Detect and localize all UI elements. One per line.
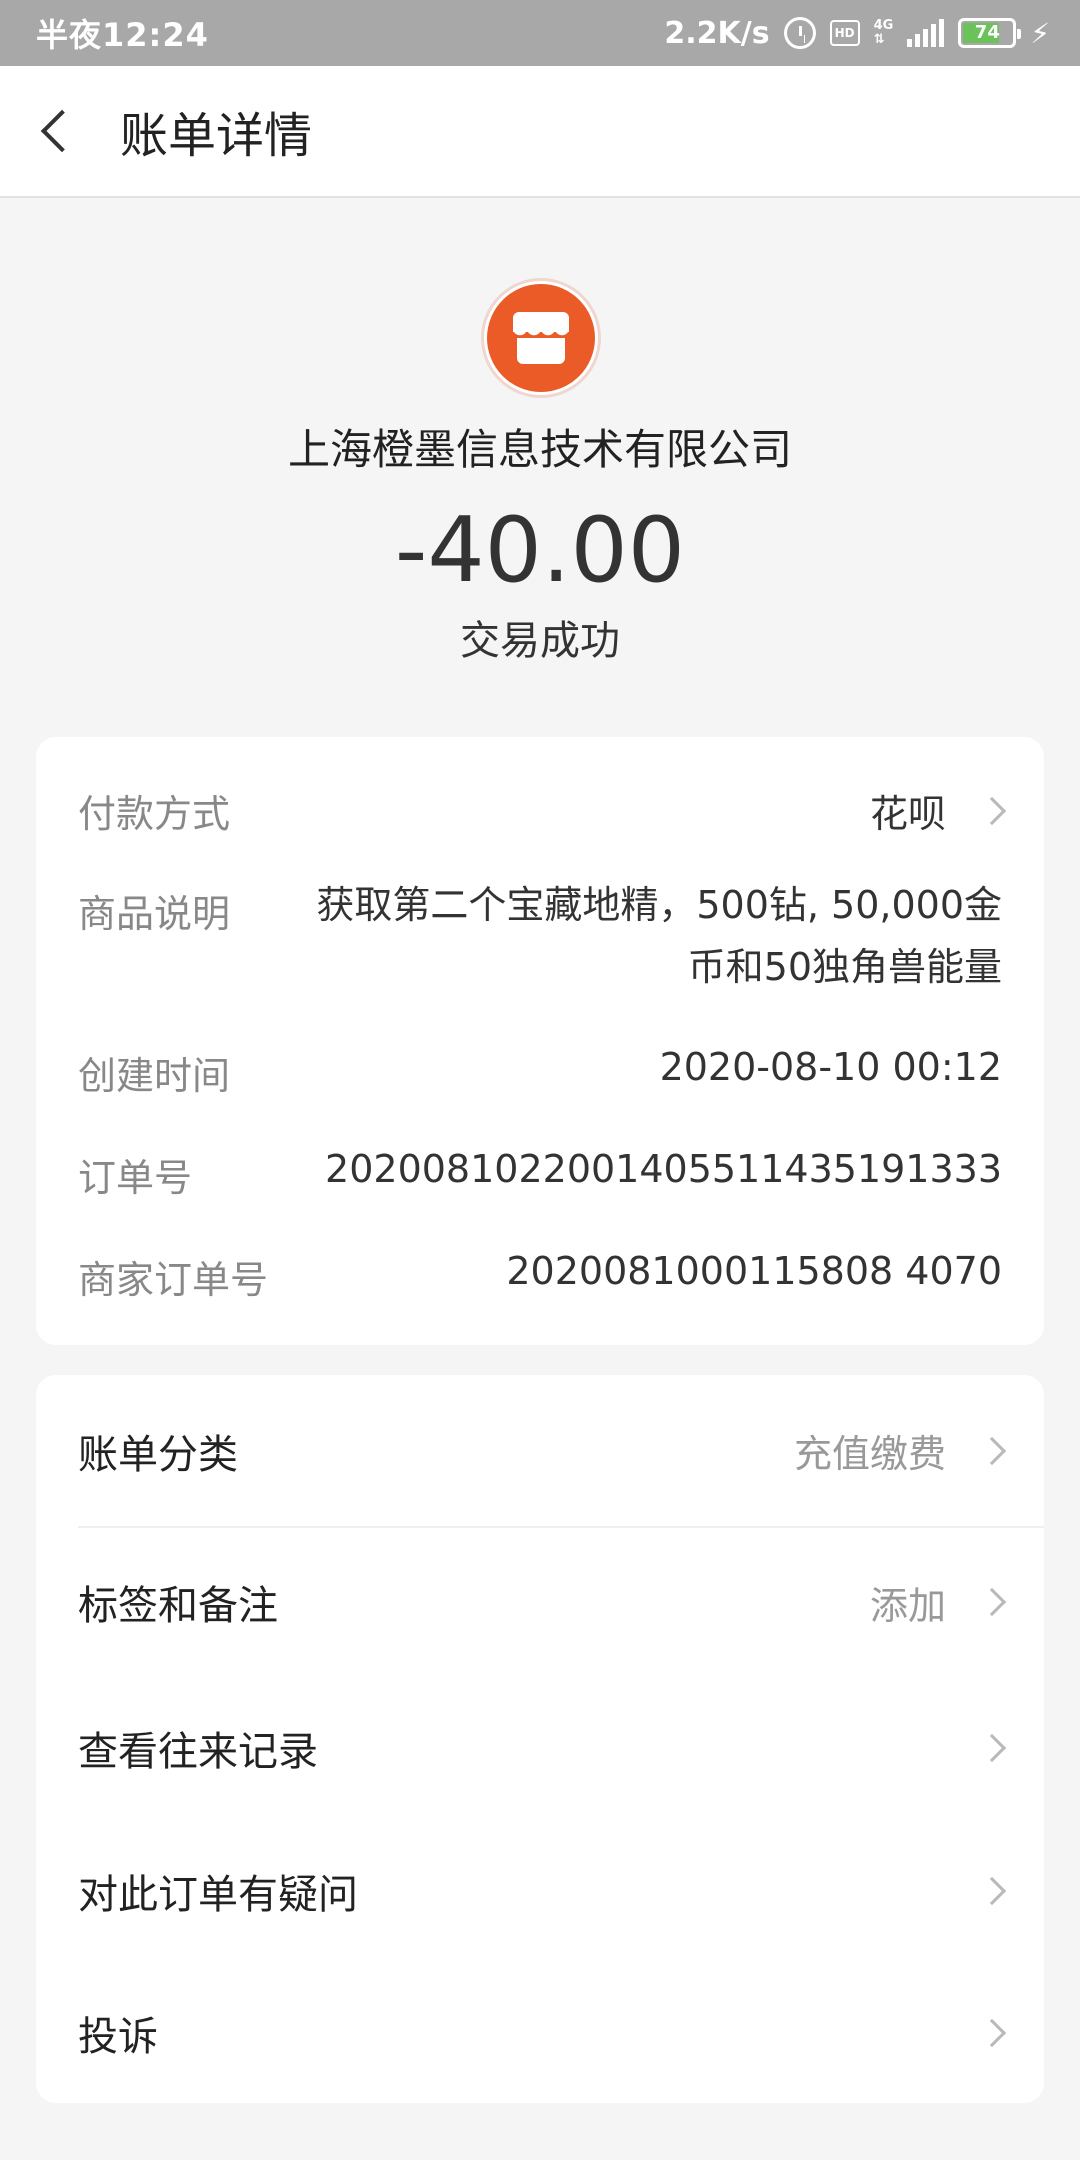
top-nav-bar: 账单详情 <box>0 66 1080 198</box>
tags-notes-row[interactable]: 标签和备注 添加 <box>36 1528 1044 1676</box>
merchant-name: 上海橙墨信息技术有限公司 <box>287 425 792 474</box>
product-desc-row: 商品说明 获取第二个宝藏地精，500钻, 50,000金币和50独角兽能量 <box>78 883 1002 1013</box>
order-no-row: 订单号 2020081022001405511435191333 <box>78 1147 1002 1207</box>
bill-actions-card: 账单分类 充值缴费 标签和备注 添加 查看往来记录 对此订单有疑问 投诉 <box>36 1375 1044 2103</box>
order-question-label: 对此订单有疑问 <box>78 1872 358 1918</box>
chevron-right-icon <box>977 1436 1007 1465</box>
network-type-icon: 4G ⇅ <box>873 18 894 47</box>
transaction-amount: -40.00 <box>394 498 686 603</box>
merchant-order-no-value: 2020081000115808 4070 <box>506 1249 1002 1293</box>
payment-method-value-wrap: 花呗 <box>869 783 1007 838</box>
charging-icon: ⚡ <box>1030 16 1050 50</box>
bill-summary: 上海橙墨信息技术有限公司 -40.00 交易成功 <box>0 198 1080 738</box>
product-desc-value: 获取第二个宝藏地精，500钻, 50,000金币和50独角兽能量 <box>316 883 1002 989</box>
merchant-avatar-bg <box>487 284 595 392</box>
view-history-label: 查看往来记录 <box>78 1729 318 1775</box>
chevron-right-icon <box>977 1587 1007 1617</box>
back-button[interactable] <box>0 65 120 197</box>
status-time: 半夜12:24 <box>36 16 209 54</box>
bill-category-row[interactable]: 账单分类 充值缴费 <box>36 1375 1044 1526</box>
merchant-order-no-label: 商家订单号 <box>78 1258 269 1302</box>
payment-method-label: 付款方式 <box>78 792 231 836</box>
battery-icon: 74 <box>958 18 1022 48</box>
bill-details-card: 付款方式 花呗 商品说明 获取第二个宝藏地精，500钻, 50,000金币和50… <box>36 737 1044 1345</box>
merchant-avatar <box>481 278 601 398</box>
signal-icon <box>907 19 945 47</box>
network-speed: 2.2K/s <box>664 15 770 51</box>
page-title: 账单详情 <box>120 108 313 164</box>
bill-category-label: 账单分类 <box>78 1431 238 1478</box>
tags-notes-value: 添加 <box>869 1583 946 1628</box>
back-chevron-icon <box>40 109 84 153</box>
order-no-value: 2020081022001405511435191333 <box>325 1147 1002 1191</box>
chevron-right-icon <box>977 796 1007 825</box>
merchant-order-no-row: 商家订单号 2020081000115808 4070 <box>78 1249 1002 1309</box>
status-bar: 半夜12:24 2.2K/s HD 4G ⇅ 74 ⚡ <box>0 0 1080 66</box>
complaint-row[interactable]: 投诉 <box>36 1962 1044 2104</box>
order-question-row[interactable]: 对此订单有疑问 <box>36 1820 1044 1962</box>
order-no-label: 订单号 <box>78 1156 193 1200</box>
complaint-label: 投诉 <box>78 2014 158 2060</box>
payment-method-row[interactable]: 付款方式 花呗 <box>78 783 1007 843</box>
product-desc-label: 商品说明 <box>78 892 231 936</box>
transaction-status: 交易成功 <box>460 618 620 664</box>
payment-method-value: 花呗 <box>869 792 946 836</box>
view-history-row[interactable]: 查看往来记录 <box>36 1676 1044 1820</box>
bill-category-value: 充值缴费 <box>793 1432 946 1476</box>
shop-icon <box>513 312 569 364</box>
status-icons: 2.2K/s HD 4G ⇅ 74 ⚡ <box>664 16 1050 51</box>
created-time-value: 2020-08-10 00:12 <box>659 1045 1002 1089</box>
created-time-label: 创建时间 <box>78 1054 231 1098</box>
tags-notes-label: 标签和备注 <box>78 1583 278 1629</box>
created-time-row: 创建时间 2020-08-10 00:12 <box>78 1045 1002 1105</box>
alarm-icon <box>783 17 816 49</box>
network-type: 4G <box>873 18 894 33</box>
hd-icon: HD <box>829 20 860 46</box>
chevron-right-icon <box>977 1876 1007 1906</box>
chevron-right-icon <box>977 1733 1007 1763</box>
chevron-right-icon <box>977 2018 1007 2048</box>
battery-percent: 74 <box>974 22 1000 43</box>
